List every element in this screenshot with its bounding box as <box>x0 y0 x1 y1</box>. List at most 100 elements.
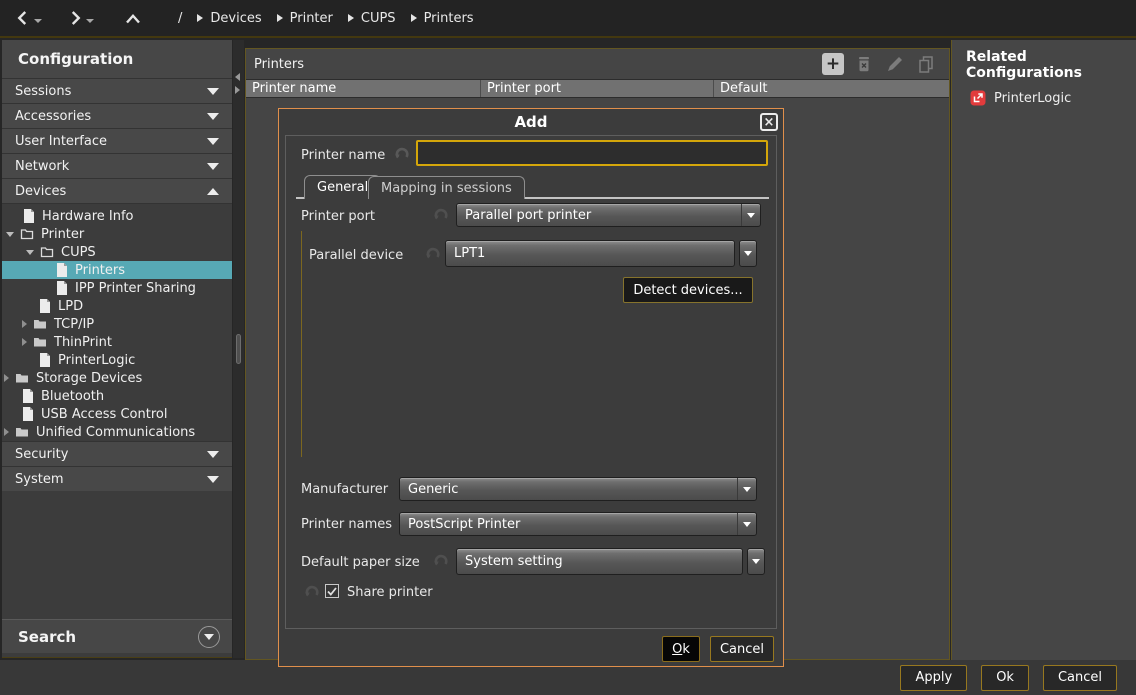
sidebar-section-network[interactable]: Network <box>2 153 232 178</box>
expander-right-icon[interactable] <box>4 374 9 382</box>
tree-item-printer[interactable]: Printer <box>2 225 232 243</box>
add-printer-dialog: Add × Printer name General Mapping in se… <box>278 108 784 667</box>
sidebar-empty-area <box>2 491 232 619</box>
breadcrumb-printer[interactable]: Printer <box>277 11 333 26</box>
manufacturer-label: Manufacturer <box>301 482 388 497</box>
file-icon <box>39 299 51 313</box>
tree-item-lpd[interactable]: LPD <box>2 297 232 315</box>
parallel-device-dropdown-button[interactable] <box>739 240 757 267</box>
chevron-down-icon <box>752 559 760 564</box>
sidebar-section-security[interactable]: Security <box>2 441 232 466</box>
tree-item-unified-communications[interactable]: Unified Communications <box>2 423 232 441</box>
tree-item-usb-access-control[interactable]: USB Access Control <box>2 405 232 423</box>
revert-icon[interactable] <box>424 246 441 262</box>
printer-name-input[interactable] <box>416 140 768 166</box>
breadcrumb-printers[interactable]: Printers <box>411 11 474 26</box>
column-printer-name[interactable]: Printer name <box>246 80 480 97</box>
breadcrumb-arrow-icon <box>348 14 354 22</box>
chevron-down-icon <box>207 113 219 120</box>
ok-button[interactable]: Ok <box>981 665 1029 691</box>
revert-icon[interactable] <box>432 207 449 223</box>
dialog-cancel-button[interactable]: Cancel <box>710 636 774 662</box>
chevron-up-icon <box>207 188 219 195</box>
file-icon <box>22 407 34 421</box>
tree-item-printerlogic[interactable]: PrinterLogic <box>2 351 232 369</box>
chevron-down-icon <box>207 138 219 145</box>
collapse-left-icon[interactable] <box>235 73 240 81</box>
breadcrumb-devices[interactable]: Devices <box>197 11 261 26</box>
trash-icon <box>854 54 874 74</box>
sidebar-section-system[interactable]: System <box>2 466 232 491</box>
tree-item-hardware-info[interactable]: Hardware Info <box>2 207 232 225</box>
detect-devices-button[interactable]: Detect devices... <box>623 277 753 303</box>
close-icon: × <box>764 116 775 129</box>
related-configurations-title: Related Configurations <box>952 40 1136 81</box>
collapse-right-icon[interactable] <box>235 86 240 94</box>
back-arrow-icon <box>14 9 32 27</box>
tab-mapping-in-sessions[interactable]: Mapping in sessions <box>368 176 525 199</box>
parallel-device-label: Parallel device <box>309 248 403 263</box>
paper-size-dropdown-button[interactable] <box>747 548 765 575</box>
revert-icon[interactable] <box>393 146 410 162</box>
tree-item-cups[interactable]: CUPS <box>2 243 232 261</box>
related-item-printerlogic[interactable]: PrinterLogic <box>952 81 1136 106</box>
cancel-button[interactable]: Cancel <box>1043 665 1117 691</box>
parallel-device-field[interactable]: LPT1 <box>445 240 735 267</box>
expander-right-icon[interactable] <box>22 320 27 328</box>
folder-open-icon <box>20 228 34 240</box>
sidebar-section-user-interface[interactable]: User Interface <box>2 128 232 153</box>
column-printer-port[interactable]: Printer port <box>480 80 713 97</box>
copy-printer-button[interactable] <box>915 53 937 75</box>
paper-size-label: Default paper size <box>301 555 420 570</box>
revert-icon[interactable] <box>432 553 449 569</box>
column-default[interactable]: Default <box>713 80 949 97</box>
back-button[interactable] <box>10 7 46 29</box>
breadcrumb-arrow-icon <box>411 14 417 22</box>
expander-right-icon[interactable] <box>22 338 27 346</box>
tree-item-ipp-printer-sharing[interactable]: IPP Printer Sharing <box>2 279 232 297</box>
printer-names-dropdown[interactable]: PostScript Printer <box>399 512 757 536</box>
file-icon <box>22 389 34 403</box>
edit-printer-button[interactable] <box>884 53 906 75</box>
forward-button[interactable] <box>62 7 98 29</box>
share-printer-checkbox[interactable] <box>325 584 339 598</box>
paper-size-field[interactable]: System setting <box>456 548 743 575</box>
expander-right-icon[interactable] <box>4 428 9 436</box>
tree-item-printers[interactable]: Printers <box>2 261 232 279</box>
sidebar-section-accessories[interactable]: Accessories <box>2 103 232 128</box>
sidebar-section-devices[interactable]: Devices <box>2 178 232 203</box>
tree-item-bluetooth[interactable]: Bluetooth <box>2 387 232 405</box>
chevron-down-icon <box>743 487 751 492</box>
dialog-close-button[interactable]: × <box>760 113 778 131</box>
expander-down-icon[interactable] <box>6 232 14 237</box>
printer-port-dropdown[interactable]: Parallel port printer <box>456 203 761 227</box>
forward-history-caret-icon[interactable] <box>86 19 94 23</box>
folder-open-icon <box>40 246 54 258</box>
tree-item-tcpip[interactable]: TCP/IP <box>2 315 232 333</box>
add-printer-button[interactable]: + <box>822 53 844 75</box>
tree-item-storage-devices[interactable]: Storage Devices <box>2 369 232 387</box>
up-button[interactable] <box>120 9 146 27</box>
sidebar-section-sessions[interactable]: Sessions <box>2 78 232 103</box>
breadcrumb-cups[interactable]: CUPS <box>348 11 396 26</box>
expander-down-icon[interactable] <box>26 250 34 255</box>
back-history-caret-icon[interactable] <box>34 19 42 23</box>
chevron-down-icon <box>207 476 219 483</box>
sidebar-search-section[interactable]: Search <box>2 619 232 653</box>
tree-item-thinprint[interactable]: ThinPrint <box>2 333 232 351</box>
delete-printer-button[interactable] <box>853 53 875 75</box>
search-expand-button[interactable] <box>198 626 220 648</box>
folder-icon <box>33 336 47 348</box>
revert-icon[interactable] <box>303 584 320 600</box>
apply-button[interactable]: Apply <box>900 665 967 691</box>
dialog-ok-button[interactable]: Ok <box>662 636 700 662</box>
up-arrow-icon <box>124 11 142 25</box>
sidebar-splitter[interactable] <box>233 40 244 658</box>
group-border <box>301 231 302 457</box>
manufacturer-dropdown[interactable]: Generic <box>399 477 757 501</box>
scrollbar-thumb[interactable] <box>236 334 241 364</box>
devices-tree: Hardware Info Printer CUPS Printers IPP … <box>2 203 232 441</box>
breadcrumb-root[interactable]: / <box>178 11 182 26</box>
configuration-sidebar: Configuration Sessions Accessories User … <box>2 40 232 658</box>
folder-icon <box>15 372 29 384</box>
